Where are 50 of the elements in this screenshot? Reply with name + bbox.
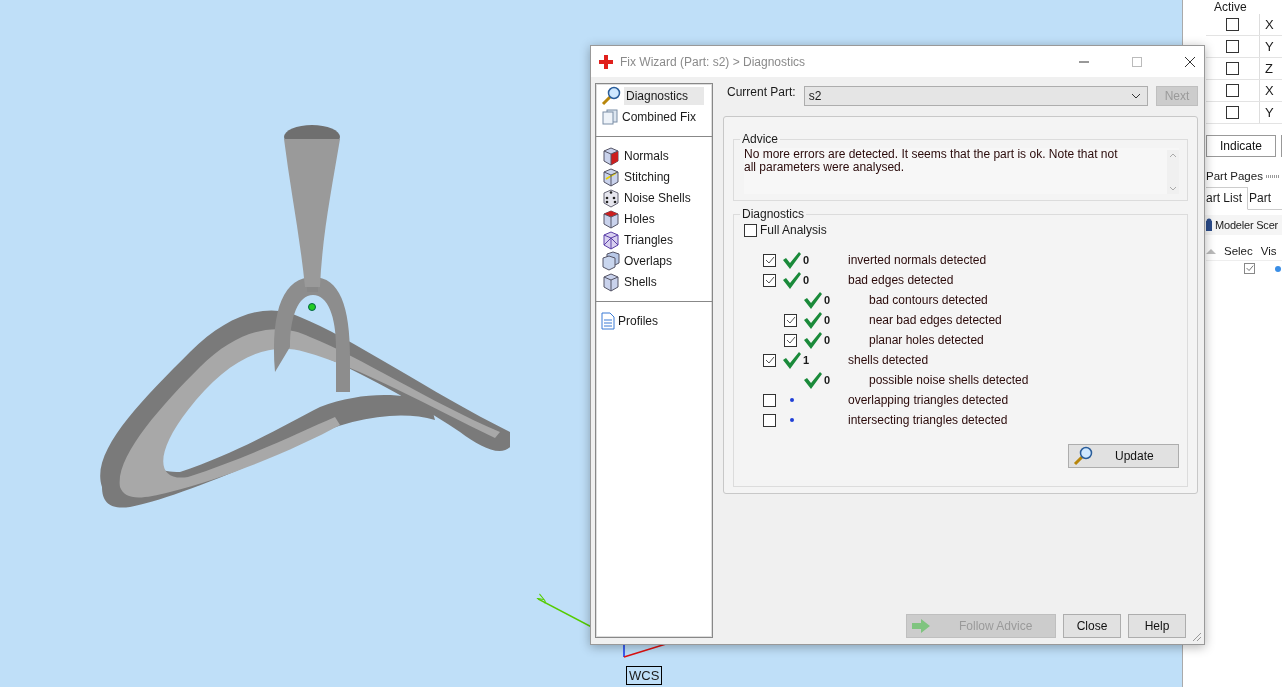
column-header: Active bbox=[1214, 0, 1247, 14]
diagnostic-label: inverted normals detected bbox=[848, 253, 987, 267]
update-button[interactable]: Update bbox=[1068, 444, 1179, 468]
table-cell-text: Y bbox=[1264, 39, 1274, 54]
advice-text: No more errors are detected. It seems that the part is ok. Note that not all parameters were analysed. bbox=[744, 148, 1119, 176]
window-title: Fix Wizard (Part: s2) > Diagnostics bbox=[620, 54, 806, 69]
nav-item[interactable]: Profiles bbox=[599, 311, 709, 331]
table-cell-text: Z bbox=[1264, 61, 1273, 76]
group-title: Advice bbox=[741, 132, 780, 146]
count: 0 bbox=[824, 314, 831, 326]
column-header: Selec bbox=[1224, 245, 1253, 257]
count: 0 bbox=[824, 294, 831, 306]
table-cell-text: X bbox=[1264, 83, 1274, 98]
nav-item[interactable]: Shells bbox=[599, 272, 709, 292]
count: 0 bbox=[824, 334, 831, 346]
indicate-button[interactable]: Indicate bbox=[1206, 135, 1276, 157]
column-header: Vis bbox=[1260, 245, 1277, 257]
diagnostic-label: possible noise shells detected bbox=[869, 373, 1029, 387]
table-cell-text: Y bbox=[1264, 105, 1274, 120]
wcs-label: WCS bbox=[626, 666, 663, 685]
group-title: Diagnostics bbox=[741, 207, 806, 221]
current-part-dropdown[interactable]: s2 bbox=[803, 86, 1148, 106]
dialog-button[interactable]: Close bbox=[1063, 614, 1121, 638]
axis-label: y bbox=[532, 590, 549, 605]
diagnostic-label: bad contours detected bbox=[869, 293, 988, 307]
nav-item[interactable]: Stitching bbox=[599, 167, 709, 187]
current-part-label: Current Part: bbox=[727, 85, 796, 99]
count: 1 bbox=[803, 354, 810, 366]
count: 0 bbox=[803, 254, 810, 266]
nav-item[interactable]: Normals bbox=[599, 146, 709, 166]
diagnostic-label: overlapping triangles detected bbox=[848, 393, 1009, 407]
scene-label: Modeler Scer bbox=[1215, 219, 1278, 231]
full-analysis-checkbox[interactable]: Full Analysis bbox=[744, 223, 1179, 237]
diagnostic-label: intersecting triangles detected bbox=[848, 413, 1008, 427]
nav-item[interactable]: Triangles bbox=[599, 230, 709, 250]
nav-item[interactable]: Combined Fix bbox=[599, 107, 709, 127]
diagnostic-label: planar holes detected bbox=[869, 333, 984, 347]
count: 0 bbox=[824, 374, 831, 386]
count: 0 bbox=[803, 274, 810, 286]
dialog-button[interactable]: Help bbox=[1128, 614, 1186, 638]
diagnostic-label: near bad edges detected bbox=[869, 313, 1002, 327]
tab[interactable]: Part bbox=[1248, 187, 1278, 209]
nav-item[interactable]: Holes bbox=[599, 209, 709, 229]
tab[interactable]: art List bbox=[1206, 187, 1248, 210]
diagnostic-label: shells detected bbox=[848, 353, 929, 367]
diagnostic-label: bad edges detected bbox=[848, 273, 954, 287]
nav-item[interactable]: Noise Shells bbox=[599, 188, 709, 208]
table-cell-text: X bbox=[1264, 17, 1274, 32]
nav-item[interactable]: Overlaps bbox=[599, 251, 709, 271]
part-pages-label: Part Pages bbox=[1206, 170, 1263, 182]
